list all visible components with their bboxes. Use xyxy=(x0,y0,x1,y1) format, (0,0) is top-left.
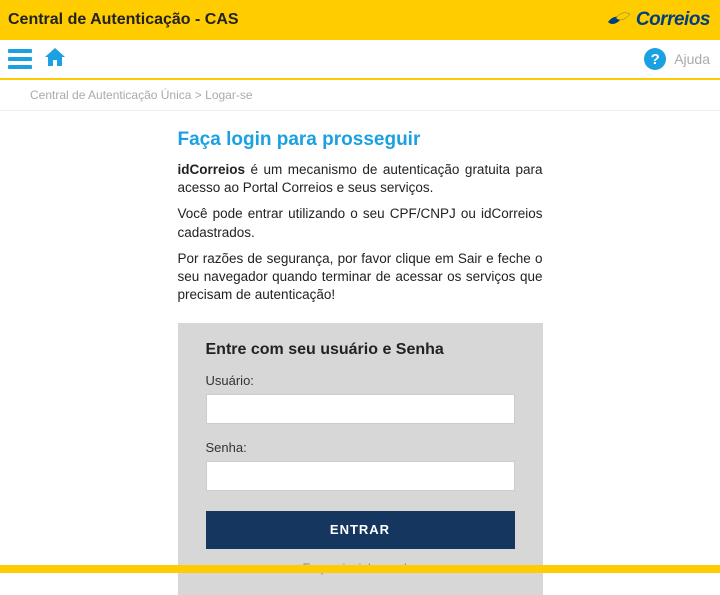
paragraph-2: Você pode entrar utilizando o seu CPF/CN… xyxy=(178,205,543,241)
brand-logo-text: Correios xyxy=(636,9,710,31)
login-form: Entre com seu usuário e Senha Usuário: S… xyxy=(178,323,543,595)
app-title: Central de Autenticação - CAS xyxy=(8,11,239,29)
main-content: Faça login para prosseguir idCorreios é … xyxy=(0,111,720,595)
intro-paragraph: idCorreios é um mecanismo de autenticaçã… xyxy=(178,161,543,197)
breadcrumb: Central de Autenticação Única > Logar-se xyxy=(0,80,720,111)
password-input[interactable] xyxy=(206,461,515,491)
page-heading: Faça login para prosseguir xyxy=(178,129,543,151)
correios-mark-icon xyxy=(604,8,632,32)
header-bar: Central de Autenticação - CAS Correios xyxy=(0,0,720,40)
breadcrumb-sep: > xyxy=(195,88,202,102)
menu-icon[interactable] xyxy=(8,49,32,69)
password-label: Senha: xyxy=(206,440,515,455)
help-label[interactable]: Ajuda xyxy=(674,51,710,67)
footer-bar xyxy=(0,565,720,573)
breadcrumb-current: Logar-se xyxy=(205,88,252,102)
brand-logo[interactable]: Correios xyxy=(604,8,710,32)
breadcrumb-root[interactable]: Central de Autenticação Única xyxy=(30,88,191,102)
help-icon[interactable]: ? xyxy=(644,48,666,70)
nav-bar: ? Ajuda xyxy=(0,40,720,80)
home-icon[interactable] xyxy=(42,45,68,74)
username-label: Usuário: xyxy=(206,373,515,388)
intro-strong: idCorreios xyxy=(178,162,246,177)
login-button[interactable]: ENTRAR xyxy=(206,511,515,549)
username-input[interactable] xyxy=(206,394,515,424)
paragraph-3: Por razões de segurança, por favor cliqu… xyxy=(178,250,543,305)
login-heading: Entre com seu usuário e Senha xyxy=(206,341,515,359)
